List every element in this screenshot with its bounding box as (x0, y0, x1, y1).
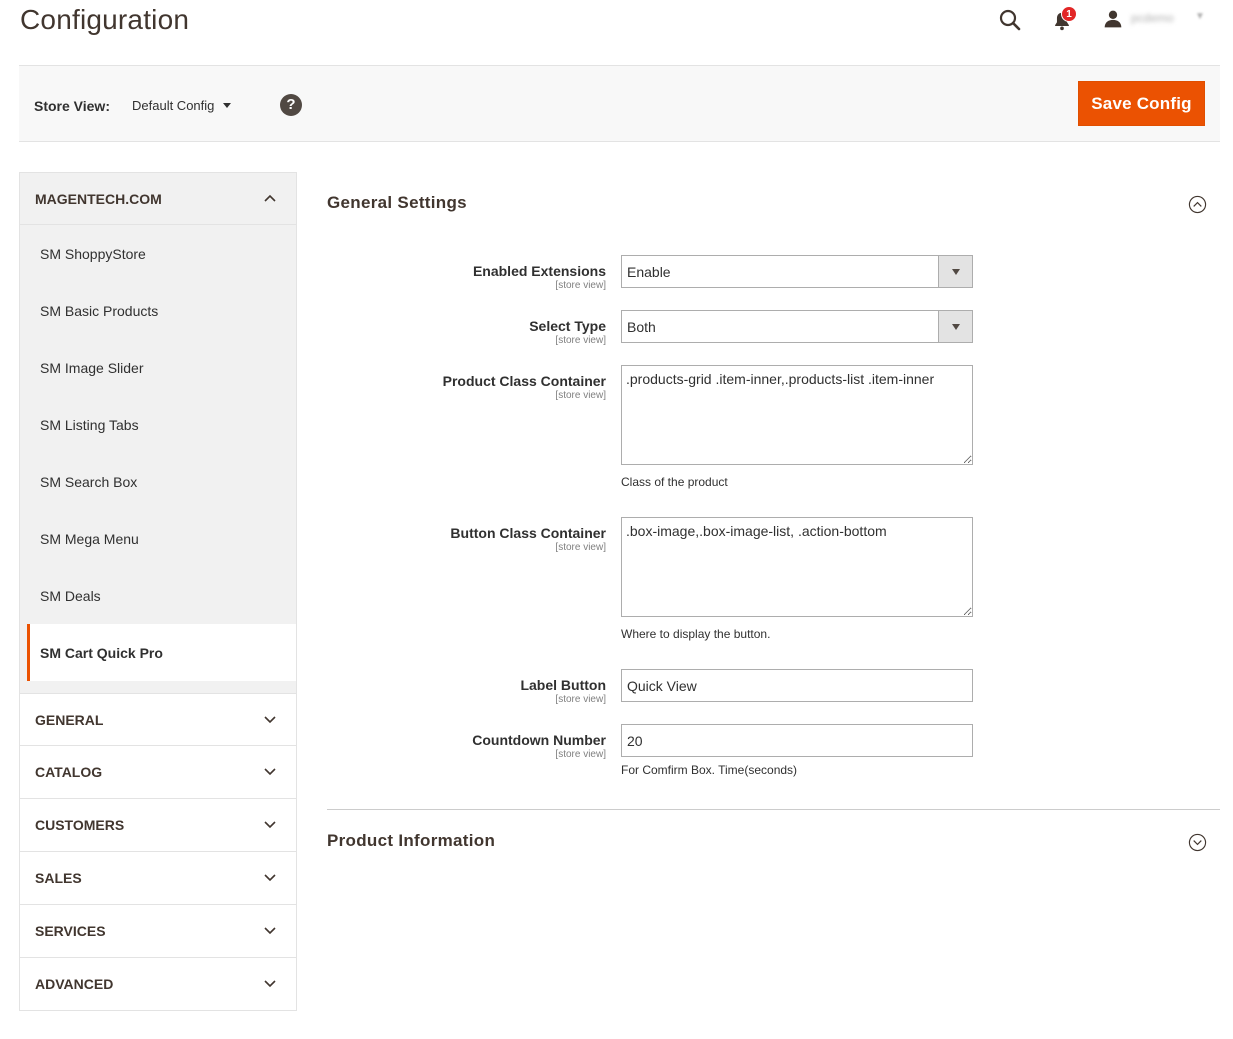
chevron-down-icon (264, 980, 276, 988)
chevron-down-icon (264, 874, 276, 882)
group-title-product-information[interactable]: Product Information (327, 831, 495, 851)
section-divider (327, 809, 1220, 810)
button-class-note: Where to display the button. (621, 627, 771, 641)
sidebar-section-label: MAGENTECH.COM (35, 191, 162, 207)
field-label-countdown-number: Countdown Number [store view] (327, 732, 606, 760)
scope-label: [store view] (555, 335, 606, 346)
field-label-product-class-container: Product Class Container [store view] (327, 373, 606, 401)
field-label-button-class-container: Button Class Container [store view] (327, 525, 606, 553)
store-view-label: Store View: (34, 98, 110, 114)
expand-icon[interactable] (1188, 833, 1207, 852)
save-config-button[interactable]: Save Config (1078, 81, 1205, 126)
countdown-note: For Comfirm Box. Time(seconds) (621, 763, 798, 777)
countdown-number-input[interactable] (621, 724, 973, 757)
enabled-extensions-select[interactable]: Enable (621, 255, 973, 288)
user-account-menu[interactable]: pcdemo ▼ (1103, 8, 1213, 32)
page-title: Configuration (20, 4, 190, 35)
scope-label: [store view] (555, 280, 606, 291)
collapse-icon[interactable] (1188, 195, 1207, 214)
search-icon[interactable] (998, 8, 1022, 32)
sidebar-subitems: SM ShoppyStore SM Basic Products SM Imag… (19, 225, 297, 681)
product-class-note: Class of the product (621, 475, 728, 489)
group-title-general-settings[interactable]: General Settings (327, 193, 467, 213)
scope-label: [store view] (555, 390, 606, 401)
config-sidebar: MAGENTECH.COM SM ShoppyStore SM Basic Pr… (19, 172, 297, 1011)
scope-label: [store view] (555, 542, 606, 553)
store-view-bar: Store View: Default Config ? Save Config (19, 65, 1220, 142)
sidebar-section-general[interactable]: GENERAL (19, 693, 297, 746)
chevron-up-icon (264, 194, 276, 202)
caret-down-icon (223, 103, 232, 109)
sidebar-item-sm-search-box[interactable]: SM Search Box (20, 453, 296, 510)
label-button-input[interactable] (621, 669, 973, 702)
product-class-container-textarea[interactable] (621, 365, 973, 465)
scope-label: [store view] (555, 694, 606, 705)
select-arrow-icon (938, 256, 972, 287)
select-type-select[interactable]: Both (621, 310, 973, 343)
field-label-enabled-extensions: Enabled Extensions [store view] (327, 263, 606, 291)
user-name: pcdemo (1131, 11, 1174, 25)
help-icon[interactable]: ? (280, 94, 302, 116)
store-view-switcher[interactable]: Default Config (132, 98, 232, 113)
chevron-down-icon (264, 768, 276, 776)
sidebar-item-sm-basic-products[interactable]: SM Basic Products (20, 282, 296, 339)
chevron-down-icon (264, 927, 276, 935)
sidebar-section-advanced[interactable]: ADVANCED (19, 958, 297, 1011)
chevron-down-icon: ▼ (1195, 11, 1205, 22)
sidebar-item-sm-listing-tabs[interactable]: SM Listing Tabs (20, 396, 296, 453)
notifications-button[interactable]: 1 (1051, 6, 1077, 32)
select-arrow-icon (938, 311, 972, 342)
notifications-badge: 1 (1061, 6, 1077, 22)
field-label-label-button: Label Button [store view] (327, 677, 606, 705)
sidebar-item-sm-cart-quick-pro[interactable]: SM Cart Quick Pro (27, 624, 296, 681)
sidebar-item-sm-deals[interactable]: SM Deals (20, 567, 296, 624)
sidebar-section-catalog[interactable]: CATALOG (19, 746, 297, 799)
scope-label: [store view] (555, 749, 606, 760)
chevron-down-icon (264, 821, 276, 829)
store-view-value: Default Config (132, 98, 215, 113)
sidebar-section-customers[interactable]: CUSTOMERS (19, 799, 297, 852)
sidebar-item-sm-mega-menu[interactable]: SM Mega Menu (20, 510, 296, 567)
user-icon (1104, 10, 1122, 28)
sidebar-item-sm-shoppystore[interactable]: SM ShoppyStore (20, 225, 296, 282)
sidebar-divider (19, 681, 297, 693)
field-label-select-type: Select Type [store view] (327, 318, 606, 346)
sidebar-item-sm-image-slider[interactable]: SM Image Slider (20, 339, 296, 396)
sidebar-section-services[interactable]: SERVICES (19, 905, 297, 958)
sidebar-section-sales[interactable]: SALES (19, 852, 297, 905)
sidebar-section-magentech[interactable]: MAGENTECH.COM (19, 172, 297, 225)
chevron-down-icon (264, 716, 276, 724)
button-class-container-textarea[interactable] (621, 517, 973, 617)
